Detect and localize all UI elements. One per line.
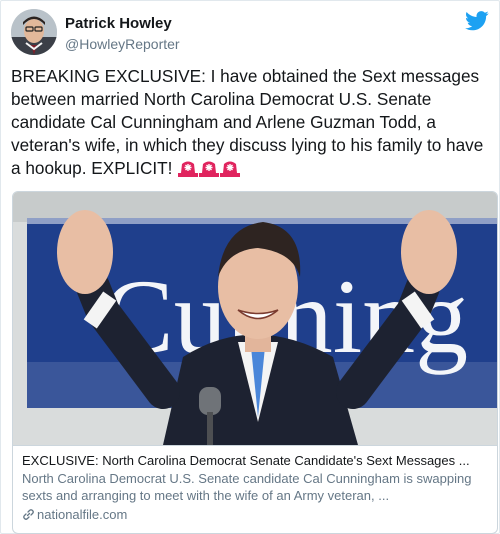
author-names: Patrick Howley @HowleyReporter	[65, 15, 180, 53]
link-icon	[22, 508, 35, 525]
card-body: EXCLUSIVE: North Carolina Democrat Senat…	[13, 445, 497, 533]
card-image[interactable]: Cunning	[13, 192, 497, 445]
tweet-header: Patrick Howley @HowleyReporter	[11, 9, 489, 57]
tweet-card: Patrick Howley @HowleyReporter BREAKING …	[0, 0, 500, 534]
author-handle[interactable]: @HowleyReporter	[65, 35, 180, 53]
card-domain-text: nationalfile.com	[37, 507, 128, 522]
card-description: North Carolina Democrat U.S. Senate cand…	[22, 471, 472, 503]
card-domain[interactable]: nationalfile.com	[22, 506, 488, 525]
link-preview-card[interactable]: Cunning EXCLUSIVE: North Carolina	[12, 191, 498, 534]
siren-icon	[199, 159, 220, 183]
card-title[interactable]: EXCLUSIVE: North Carolina Democrat Senat…	[22, 452, 488, 469]
avatar[interactable]	[11, 9, 57, 55]
siren-icon	[220, 159, 241, 183]
author-display-name[interactable]: Patrick Howley	[65, 15, 180, 33]
siren-icon	[178, 159, 199, 183]
tweet-body: BREAKING EXCLUSIVE: I have obtained the …	[11, 66, 484, 178]
twitter-bird-icon[interactable]	[465, 11, 489, 31]
tweet-text: BREAKING EXCLUSIVE: I have obtained the …	[11, 65, 489, 183]
